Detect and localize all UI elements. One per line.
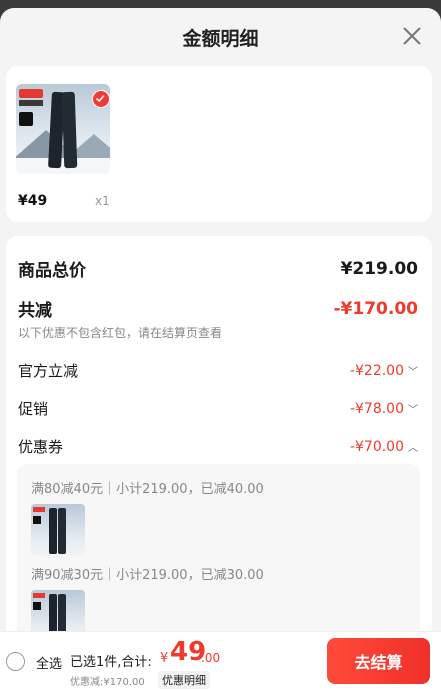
sheet-title: 金额明细 [182, 27, 259, 50]
coupon-row[interactable]: 优惠券 -¥70.00 ︿ [18, 436, 418, 457]
price-breakdown-card: 商品总价 ¥219.00 共减 -¥170.00 以下优惠不包含红包，请在结算页… [6, 236, 432, 691]
discount-summary: 优惠减:¥170.00 [70, 677, 145, 688]
official-discount-row[interactable]: 官方立减 -¥22.00 ﹀ [18, 360, 418, 381]
total-reduce-label: 共减 [18, 301, 52, 321]
product-price: ¥49 [18, 193, 48, 209]
select-all-label[interactable]: 全选 [36, 653, 62, 672]
coupon-label: 优惠券 [18, 438, 64, 456]
coupon-line: 满80减40元｜小计219.00，已减40.00 [31, 482, 264, 497]
select-all-radio[interactable] [6, 652, 25, 671]
chevron-down-icon[interactable]: ﹀ [408, 363, 418, 378]
goods-total-label: 商品总价 [18, 261, 86, 281]
promotion-label: 促销 [18, 400, 49, 418]
product-card: ¥49 x1 [6, 66, 432, 222]
chevron-down-icon[interactable]: ﹀ [408, 401, 418, 416]
product-quantity: x1 [95, 194, 110, 208]
discount-detail-link[interactable]: 优惠明细 [158, 671, 210, 689]
promotion-value: -¥78.00 [349, 400, 404, 417]
goods-total-row: 商品总价 ¥219.00 [18, 256, 418, 282]
coupon-value: -¥70.00 [349, 438, 404, 455]
coupon-product-image [31, 504, 85, 556]
check-icon[interactable] [92, 90, 110, 108]
total-reduce-value: -¥170.00 [333, 298, 419, 319]
selected-count-text: 已选1件,合计: [70, 655, 152, 670]
checkout-bar: 全选 已选1件,合计: ¥ 49 .00 优惠减:¥170.00 优惠明细 去结… [0, 631, 441, 691]
total-reduce-row: 共减 -¥170.00 [18, 296, 419, 322]
total-currency: ¥ [160, 651, 169, 666]
total-decimal: .00 [201, 651, 221, 665]
official-discount-label: 官方立减 [18, 362, 79, 380]
promotion-row[interactable]: 促销 -¥78.00 ﹀ [18, 398, 418, 419]
sheet-header: 金额明细 [0, 8, 441, 66]
chevron-up-icon[interactable]: ︿ [408, 439, 418, 454]
amount-detail-sheet: 金额明细 ¥49 x1 商品总价 ¥219.00 共减 -¥170.00 以下优… [0, 8, 441, 691]
product-image[interactable] [16, 84, 110, 174]
close-icon[interactable] [401, 25, 423, 47]
coupon-line: 满90减30元｜小计219.00，已减30.00 [31, 568, 264, 583]
goods-total-value: ¥219.00 [340, 258, 418, 279]
reduce-note: 以下优惠不包含红包，请在结算页查看 [18, 326, 223, 340]
official-discount-value: -¥22.00 [349, 362, 404, 379]
checkout-button[interactable]: 去结算 [327, 638, 430, 684]
